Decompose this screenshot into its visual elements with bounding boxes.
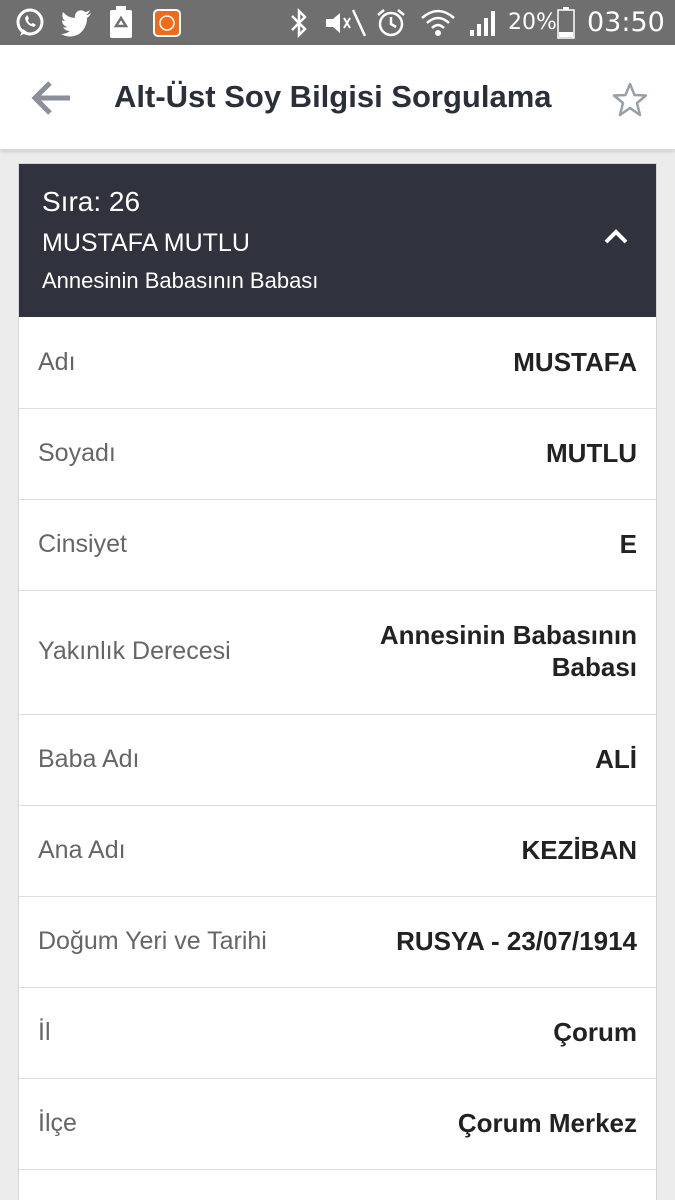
row-adi: Adı MUSTAFA — [19, 317, 656, 409]
row-label: Ana Adı — [38, 836, 126, 864]
bluetooth-icon — [284, 0, 314, 45]
row-label: Baba Adı — [38, 745, 140, 773]
row-label: İl — [38, 1018, 51, 1046]
row-ana-adi: Ana Adı KEZİBAN — [19, 806, 656, 897]
row-value: ALİ — [595, 744, 637, 774]
twitter-icon — [58, 0, 94, 45]
row-label: Doğum Yeri ve Tarihi — [38, 927, 267, 955]
row-value: Çorum Merkez — [457, 1108, 637, 1138]
row-baba-adi: Baba Adı ALİ — [19, 715, 656, 806]
row-label: Soyadı — [38, 439, 116, 467]
row-label: İlçe — [38, 1109, 77, 1137]
row-value: Çorum — [553, 1017, 637, 1047]
record-relation: Annesinin Babasının Babası — [42, 268, 319, 293]
mute-icon — [322, 0, 368, 45]
row-value: E — [619, 529, 637, 559]
wifi-icon — [418, 0, 458, 45]
row-label: Cinsiyet — [38, 530, 127, 558]
whatsapp-icon — [12, 0, 48, 45]
record-header[interactable]: Sıra: 26 MUSTAFA MUTLU Annesinin Babasın… — [19, 164, 656, 317]
row-value: KEZİBAN — [521, 835, 637, 865]
row-value: MUTLU — [546, 438, 637, 468]
row-dogum-yeri-tarihi: Doğum Yeri ve Tarihi RUSYA - 23/07/1914 — [19, 897, 656, 988]
record-name: MUSTAFA MUTLU — [42, 229, 250, 257]
row-il: İl Çorum — [19, 988, 656, 1079]
battery-percent: 20% — [508, 10, 557, 35]
status-bar: 20% 03:50 — [0, 0, 675, 45]
row-label: Yakınlık Derecesi — [38, 637, 231, 665]
arrow-left-icon — [31, 81, 70, 115]
row-value: MUSTAFA — [513, 347, 637, 377]
row-yakinlik-derecesi: Yakınlık Derecesi Annesinin Babasının Ba… — [19, 591, 656, 715]
app-bar: Alt-Üst Soy Bilgisi Sorgulama — [0, 45, 675, 150]
row-cinsiyet: Cinsiyet E — [19, 500, 656, 591]
row-value-line2: Babası — [551, 652, 637, 682]
star-outline-icon — [612, 82, 648, 117]
row-value-line1: Annesinin Babasının — [379, 620, 637, 650]
alarm-icon — [374, 0, 408, 45]
row-value: RUSYA - 23/07/1914 — [396, 926, 637, 956]
back-button[interactable] — [20, 70, 84, 126]
row-ilce: İlçe Çorum Merkez — [19, 1079, 656, 1170]
signal-icon — [466, 0, 500, 45]
chevron-up-icon[interactable] — [599, 220, 633, 254]
mi-icon — [150, 0, 184, 45]
clock: 03:50 — [587, 7, 665, 38]
recycle-icon — [104, 0, 138, 45]
battery-icon — [555, 0, 577, 45]
row-label: Adı — [38, 348, 76, 376]
favorite-button[interactable] — [605, 75, 655, 125]
record-index: Sıra: 26 — [42, 186, 141, 217]
record-card: Sıra: 26 MUSTAFA MUTLU Annesinin Babasın… — [18, 163, 657, 1200]
row-soyadi: Soyadı MUTLU — [19, 409, 656, 500]
page-title: Alt-Üst Soy Bilgisi Sorgulama — [114, 79, 552, 114]
